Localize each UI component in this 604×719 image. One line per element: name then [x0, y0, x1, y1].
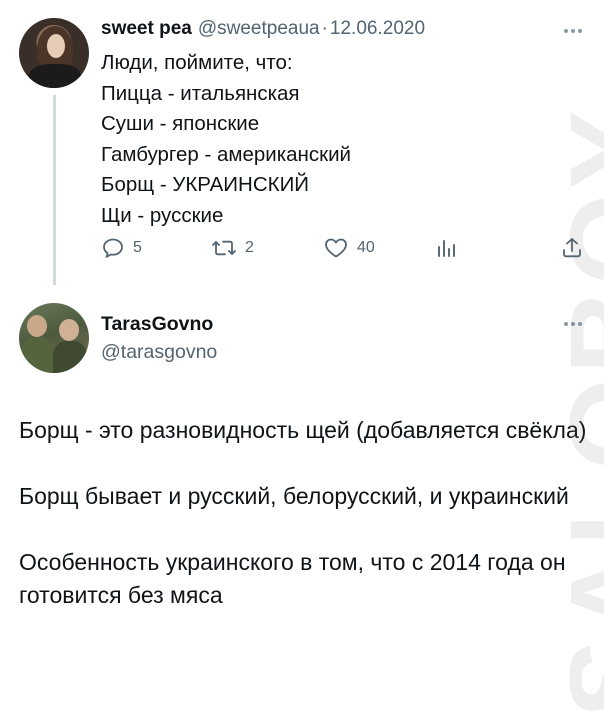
- tweet2-paragraph: Борщ - это разновидность щей (добавляетс…: [19, 417, 587, 443]
- tweet1-line: Борщ - УКРАИНСКИЙ: [101, 173, 310, 196]
- reply-button[interactable]: 5: [101, 236, 142, 260]
- avatar-face: [59, 319, 79, 341]
- tweet2-paragraph: Особенность украинского в том, что с 201…: [19, 549, 566, 608]
- retweet-count: 2: [245, 239, 254, 256]
- more-icon[interactable]: [564, 322, 582, 326]
- tweet-thread-screenshot: sweet pea @sweetpeaua · 12.06.2020 Люди,…: [0, 0, 604, 719]
- avatar-tarasgovno[interactable]: [19, 303, 89, 373]
- tweet1-line: Люди, поймите, что:: [101, 51, 293, 74]
- reply-count: 5: [133, 239, 142, 256]
- tweet2-author-name[interactable]: TarasGovno: [101, 313, 213, 336]
- tweet1-header: sweet pea @sweetpeaua · 12.06.2020: [101, 18, 425, 44]
- tweet1-author-name[interactable]: sweet pea: [101, 18, 192, 40]
- like-count: 40: [357, 239, 375, 256]
- avatar-body: [29, 64, 81, 88]
- views-icon: [438, 240, 455, 257]
- tweet1-date[interactable]: 12.06.2020: [330, 18, 425, 40]
- share-icon: [563, 238, 581, 258]
- heart-icon: [325, 238, 347, 258]
- share-button[interactable]: [561, 236, 583, 260]
- views-button[interactable]: [435, 236, 457, 260]
- tweet2-author-handle[interactable]: @tarasgovno: [101, 341, 217, 364]
- avatar-face: [47, 34, 65, 58]
- tweet1-line: Гамбургер - американский: [101, 142, 351, 166]
- tweet2-text: Борщ - это разновидность щей (добавляетс…: [19, 414, 589, 645]
- retweet-icon: [212, 240, 236, 256]
- tweet1-separator: ·: [321, 18, 328, 39]
- tweet1-action-bar: 5 2 40: [101, 236, 583, 264]
- tweet2-paragraph: Борщ бывает и русский, белорусский, и ук…: [19, 483, 569, 509]
- avatar-sweet-pea[interactable]: [19, 18, 89, 88]
- tweet1-line: Щи - русские: [101, 203, 224, 227]
- like-button[interactable]: 40: [323, 236, 375, 260]
- tweet1-author-handle[interactable]: @sweetpeaua: [198, 18, 320, 40]
- thread-connector-line: [53, 95, 56, 285]
- avatar-figure: [21, 337, 53, 373]
- tweet1-line: Пицца - итальянская: [101, 81, 300, 105]
- more-icon[interactable]: [564, 29, 582, 33]
- tweet1-text: Люди, поймите, что: Пицца - итальянская …: [101, 48, 541, 231]
- retweet-button[interactable]: 2: [211, 236, 254, 260]
- avatar-face: [27, 315, 47, 337]
- avatar-figure: [53, 341, 87, 373]
- reply-icon: [103, 238, 123, 259]
- tweet1-line: Суши - японские: [101, 112, 260, 135]
